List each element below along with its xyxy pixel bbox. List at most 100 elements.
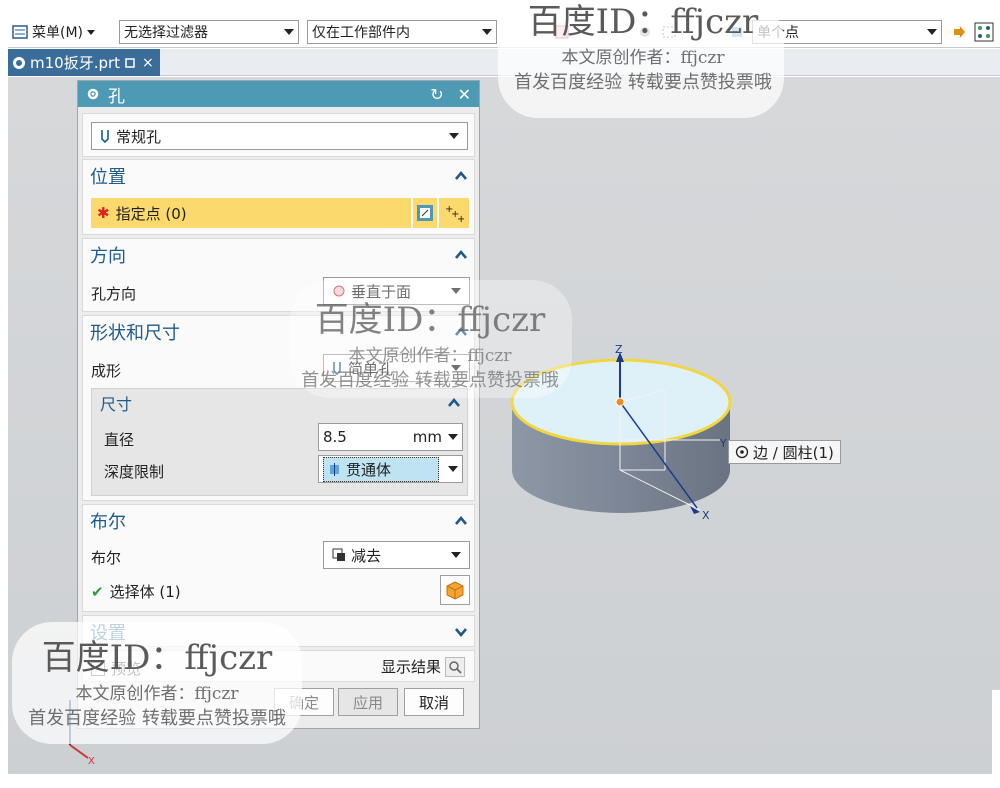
application-window: 菜单(M) 无选择过滤器 仅在工作部件内 单个点 m10扳牙.prt × Z X… [0, 0, 1000, 788]
sketch-icon [417, 205, 433, 221]
show-result-button[interactable]: 显示结果 [381, 656, 466, 677]
preview-label: 预览 [111, 660, 142, 678]
chevron-down-icon [482, 29, 492, 35]
depth-limit-value: 贯通体 [346, 460, 392, 479]
boolean-dropdown[interactable]: 减去 [323, 541, 470, 569]
hole-direction-dropdown[interactable]: 垂直于面 [323, 277, 470, 305]
menu-label: 菜单(M) [32, 25, 84, 41]
boolean-label: 布尔 [91, 549, 122, 567]
filter-value: 无选择过滤器 [124, 25, 208, 41]
boolean-title: 布尔 [90, 512, 126, 533]
point-dialog-button[interactable]: + + + [439, 198, 469, 228]
position-header[interactable]: 位置 [83, 160, 474, 192]
chevron-up-icon[interactable] [454, 514, 468, 528]
specify-point-label: 指定点 (0) [115, 204, 187, 223]
wireframe-icon[interactable] [638, 25, 652, 39]
position-title: 位置 [90, 167, 126, 188]
snap-icon[interactable] [555, 25, 569, 39]
diameter-value: 8.5 [323, 428, 347, 446]
normal-to-face-icon [333, 285, 345, 297]
direction-value: 垂直于面 [351, 282, 412, 301]
chevron-down-icon [87, 29, 96, 35]
shape-header[interactable]: 形状和尺寸 [83, 316, 474, 348]
apply-button[interactable]: 应用 [338, 688, 398, 716]
diameter-label: 直径 [104, 431, 135, 449]
preview-toggle[interactable]: ✓ 预览 [91, 658, 141, 679]
select-body-label: 选择体 (1) [109, 583, 181, 601]
boolean-section: 布尔 布尔 减去 ✔ 选择体 (1) [82, 504, 475, 612]
boolean-header[interactable]: 布尔 [83, 505, 474, 537]
tab-bar: m10扳牙.prt × [8, 49, 1000, 76]
simple-hole-icon [333, 362, 341, 375]
depth-limit-label: 深度限制 [104, 463, 165, 481]
menu-icon [12, 25, 28, 39]
menu-button[interactable]: 菜单(M) [12, 22, 96, 42]
point-type-value: 单个点 [757, 25, 799, 41]
diameter-unit: mm [412, 428, 442, 446]
position-section: 位置 ✱ 指定点 (0) + + + [82, 159, 475, 235]
snap-grid-icon[interactable] [974, 22, 994, 42]
chevron-down-icon [448, 466, 458, 472]
dialog-title-bar[interactable]: 孔 ↻ ✕ [78, 81, 479, 107]
close-icon[interactable]: × [142, 55, 154, 71]
chevron-down-icon [284, 29, 294, 35]
sketch-button[interactable] [413, 198, 437, 228]
target-icon [735, 445, 749, 459]
specify-point-row[interactable]: ✱ 指定点 (0) [91, 198, 411, 228]
chevron-down-icon[interactable] [454, 625, 468, 639]
cancel-button[interactable]: 取消 [404, 688, 464, 716]
hole-dialog: 孔 ↻ ✕ 常规孔 位置 ✱ 指定点 (0) + + + 方向 孔方向 垂直于面… [77, 80, 480, 729]
boolean-value: 减去 [351, 546, 382, 565]
gear-icon [87, 88, 99, 100]
reset-icon[interactable]: ↻ [430, 85, 443, 104]
point-plus-icon: +++ [445, 204, 464, 223]
body-icon[interactable] [730, 25, 744, 39]
type-section: 常规孔 [82, 113, 475, 157]
select-body-button[interactable] [440, 575, 470, 605]
form-value: 简单孔 [348, 359, 394, 378]
check-icon: ✔ [91, 582, 104, 601]
close-icon[interactable]: ✕ [458, 85, 471, 104]
chevron-down-icon [451, 365, 461, 371]
required-star-icon: ✱ [97, 204, 110, 222]
depth-limit-dropdown[interactable]: 贯通体 [318, 455, 463, 483]
diameter-field[interactable]: 8.5 mm [318, 423, 463, 451]
hole-type-icon [101, 130, 109, 143]
chevron-down-icon [451, 288, 461, 294]
chevron-down-icon [927, 29, 937, 35]
box-select-icon[interactable] [662, 25, 676, 39]
settings-section: 设置 [82, 615, 475, 647]
scope-dropdown[interactable]: 仅在工作部件内 [307, 20, 497, 44]
magnifier-icon [445, 656, 466, 677]
select-body-row[interactable]: ✔ 选择体 (1) [91, 581, 181, 602]
direction-title: 方向 [90, 246, 126, 267]
preview-section: ✓ 预览 显示结果 [82, 650, 475, 682]
window-edge [992, 690, 1000, 774]
chevron-up-icon[interactable] [454, 325, 468, 339]
selection-toolbar: 菜单(M) 无选择过滤器 仅在工作部件内 单个点 [8, 16, 1000, 48]
tab-restore-icon[interactable] [124, 57, 136, 69]
dimensions-header[interactable]: 尺寸 [92, 389, 467, 417]
direction-section: 方向 孔方向 垂直于面 [82, 238, 475, 312]
chevron-up-icon[interactable] [454, 169, 468, 183]
preview-checkbox[interactable]: ✓ [91, 660, 105, 676]
settings-title: 设置 [90, 623, 126, 644]
arrow-right-icon[interactable] [952, 25, 966, 39]
direction-header[interactable]: 方向 [83, 239, 474, 271]
shape-title: 形状和尺寸 [90, 323, 180, 344]
chevron-up-icon[interactable] [447, 396, 461, 410]
point-type-dropdown[interactable]: 单个点 [752, 20, 942, 44]
tab-part-file[interactable]: m10扳牙.prt × [8, 49, 160, 76]
window-edge [0, 774, 1000, 788]
chevron-up-icon[interactable] [454, 248, 468, 262]
chevron-down-icon [449, 133, 459, 139]
direction-label: 孔方向 [91, 285, 137, 303]
ok-button[interactable]: 确定 [274, 688, 334, 716]
filter-dropdown[interactable]: 无选择过滤器 [119, 20, 299, 44]
hole-type-value: 常规孔 [116, 127, 162, 146]
settings-header[interactable]: 设置 [83, 616, 474, 648]
cube-icon [446, 581, 464, 600]
hole-type-dropdown[interactable]: 常规孔 [91, 122, 468, 150]
form-dropdown[interactable]: 简单孔 [323, 354, 470, 382]
show-result-label: 显示结果 [381, 658, 442, 676]
